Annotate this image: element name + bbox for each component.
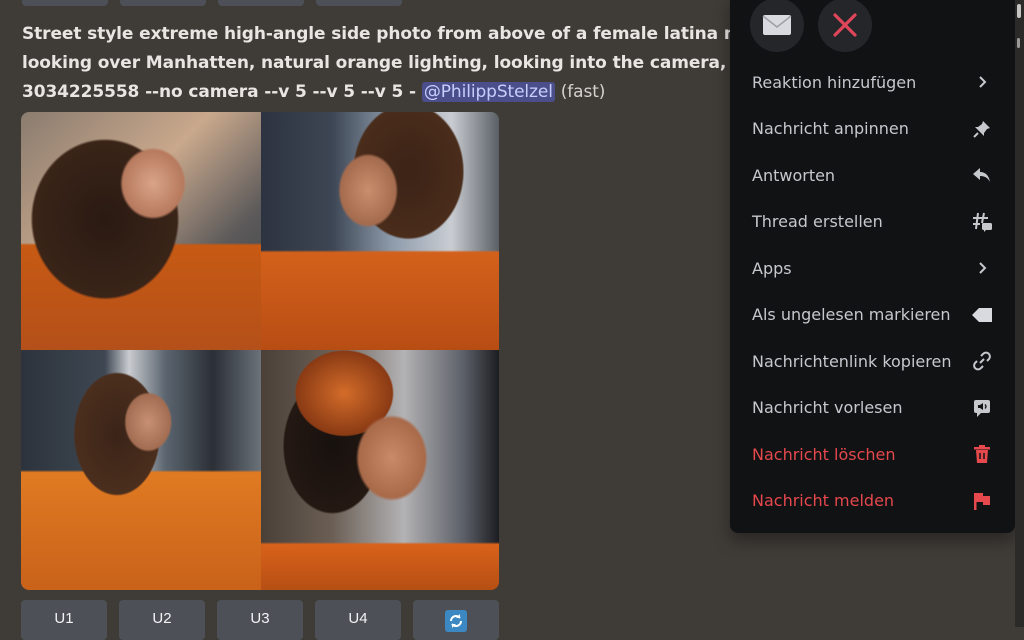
thread-icon: [971, 211, 993, 233]
reroll-icon: [445, 610, 467, 632]
upscale-4-button[interactable]: U4: [315, 600, 401, 640]
message-prompt: Street style extreme high-angle side pho…: [22, 20, 742, 107]
menu-item-label: Als ungelesen markieren: [752, 305, 951, 325]
generation-mode: (fast): [560, 82, 606, 102]
menu-item-create-thread[interactable]: Thread erstellen: [738, 199, 1007, 246]
upscale-2-button[interactable]: U2: [119, 600, 205, 640]
previous-message-buttons: [22, 0, 402, 6]
image-tile-2: [261, 112, 499, 350]
trash-icon: [971, 443, 993, 465]
link-icon: [971, 350, 993, 372]
prompt-line-3-text: 3034225558 --no camera --v 5 --v 5 --v 5…: [22, 82, 422, 102]
menu-item-label: Nachricht löschen: [752, 444, 896, 464]
prev-button-3[interactable]: [218, 0, 304, 6]
menu-item-label: Nachricht melden: [752, 491, 895, 511]
upscale-button-row: U1 U2 U3 U4: [21, 600, 499, 640]
reply-icon: [971, 164, 993, 186]
prev-button-1[interactable]: [22, 0, 108, 6]
menu-item-reply[interactable]: Antworten: [738, 152, 1007, 199]
user-mention[interactable]: @PhilippStelzel: [421, 82, 555, 102]
cross-mark-icon: [833, 13, 857, 37]
menu-item-label: Nachricht vorlesen: [752, 398, 903, 418]
prev-button-4[interactable]: [316, 0, 402, 6]
menu-item-speak-message[interactable]: Nachricht vorlesen: [738, 385, 1007, 432]
menu-items: Reaktion hinzufügen Nachricht anpinnen A…: [738, 59, 1007, 524]
prompt-line-1: Street style extreme high-angle side pho…: [22, 24, 742, 44]
menu-item-label: Nachricht anpinnen: [752, 119, 909, 139]
upscale-3-button[interactable]: U3: [217, 600, 303, 640]
scrollbar-thumb[interactable]: [1017, 4, 1021, 18]
image-tile-4: [261, 350, 499, 590]
menu-item-add-reaction[interactable]: Reaktion hinzufügen: [738, 59, 1007, 106]
upscale-1-button[interactable]: U1: [21, 600, 107, 640]
speak-message-icon: [971, 397, 993, 419]
scrollbar-track[interactable]: [1015, 0, 1024, 627]
quick-reaction-envelope[interactable]: [750, 0, 804, 52]
image-tile-3: [21, 350, 261, 590]
quick-reaction-cross-mark[interactable]: [818, 0, 872, 52]
menu-item-copy-message-link[interactable]: Nachrichtenlink kopieren: [738, 338, 1007, 385]
menu-item-label: Antworten: [752, 165, 836, 185]
menu-item-label: Nachrichtenlink kopieren: [752, 351, 952, 371]
menu-item-apps[interactable]: Apps: [738, 245, 1007, 292]
menu-item-mark-unread[interactable]: Als ungelesen markieren: [738, 292, 1007, 339]
image-tile-1: [21, 112, 261, 350]
generated-image-grid[interactable]: [21, 112, 499, 590]
reroll-button[interactable]: [413, 600, 499, 640]
prompt-line-3: 3034225558 --no camera --v 5 --v 5 --v 5…: [22, 78, 742, 107]
flag-icon: [971, 490, 993, 512]
pin-icon: [971, 118, 993, 140]
mark-unread-icon: [971, 304, 993, 326]
envelope-icon: [762, 15, 792, 35]
scrollbar-marker: [1017, 38, 1020, 48]
menu-item-report-message[interactable]: Nachricht melden: [738, 478, 1007, 525]
menu-item-pin-message[interactable]: Nachricht anpinnen: [738, 106, 1007, 153]
chevron-right-icon: [971, 71, 993, 93]
message-context-menu: Reaktion hinzufügen Nachricht anpinnen A…: [730, 0, 1015, 533]
menu-item-delete-message[interactable]: Nachricht löschen: [738, 431, 1007, 478]
chevron-right-icon: [971, 257, 993, 279]
prev-button-2[interactable]: [120, 0, 206, 6]
menu-item-label: Thread erstellen: [752, 212, 883, 232]
menu-item-label: Reaktion hinzufügen: [752, 72, 917, 92]
menu-item-label: Apps: [752, 258, 792, 278]
prompt-line-2: looking over Manhatten, natural orange l…: [22, 53, 727, 73]
quick-reactions: [750, 0, 872, 52]
